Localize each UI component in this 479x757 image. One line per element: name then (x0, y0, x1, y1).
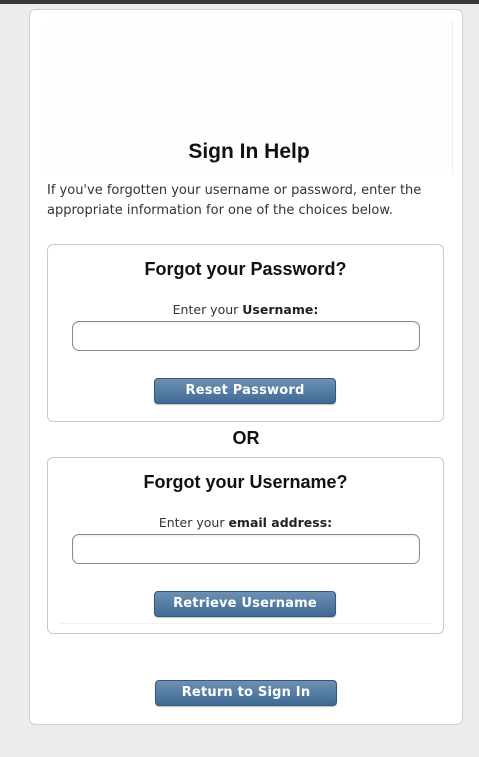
email-label: Enter your email address: (48, 515, 443, 530)
username-input[interactable] (72, 321, 420, 351)
username-label-prefix: Enter your (172, 302, 243, 317)
page-title: Sign In Help (188, 140, 310, 163)
username-label-bold: Username: (242, 302, 319, 317)
return-to-sign-in-button[interactable]: Return to Sign In (155, 680, 337, 706)
username-label: Enter your Username: (48, 302, 443, 317)
forgot-username-panel: Forgot your Username? Enter your email a… (47, 457, 444, 634)
panel-divider (60, 623, 431, 624)
sign-in-help-card: Sign In Help If you've forgotten your us… (29, 9, 463, 725)
top-border (0, 0, 479, 4)
forgot-password-title: Forgot your Password? (144, 259, 347, 279)
email-label-bold: email address: (228, 515, 333, 530)
forgot-password-panel: Forgot your Password? Enter your Usernam… (47, 244, 444, 422)
header-area: Sign In Help (46, 20, 453, 175)
email-label-prefix: Enter your (158, 515, 229, 530)
forgot-username-title: Forgot your Username? (143, 472, 348, 492)
reset-password-button[interactable]: Reset Password (154, 378, 336, 404)
email-input[interactable] (72, 534, 420, 564)
retrieve-username-button[interactable]: Retrieve Username (154, 591, 336, 617)
or-separator: OR (232, 428, 260, 448)
intro-text: If you've forgotten your username or pas… (47, 183, 422, 218)
